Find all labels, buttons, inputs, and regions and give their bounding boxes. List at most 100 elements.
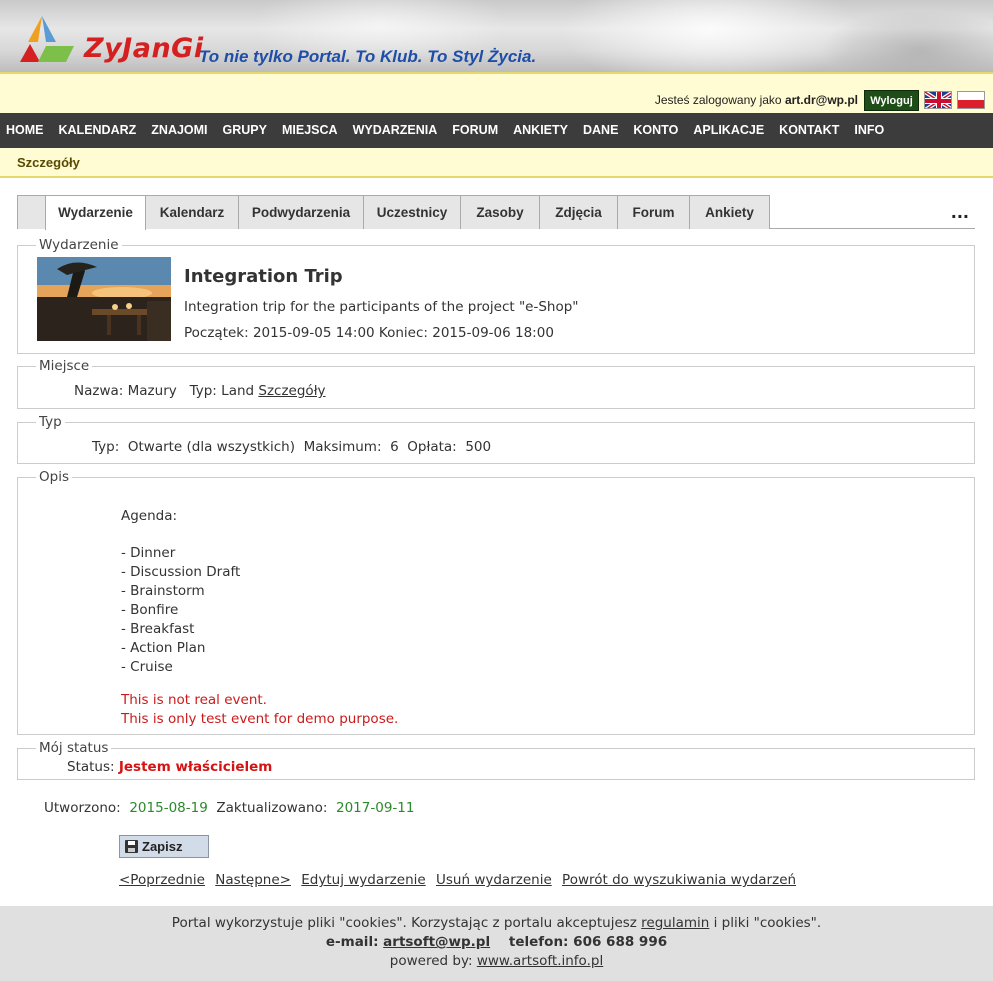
agenda-item: - Breakfast [121, 621, 195, 637]
flag-uk-icon[interactable] [924, 91, 952, 109]
agenda-item: - Dinner [121, 545, 176, 561]
agenda-item: - Action Plan [121, 640, 206, 656]
nav-item-znajomi[interactable]: ZNAJOMI [151, 113, 207, 148]
status-row: Status: Jestem właścicielem [67, 759, 272, 775]
nav-item-forum[interactable]: FORUM [452, 113, 498, 148]
header-banner: ZyJanGi To nie tylko Portal. To Klub. To… [0, 0, 993, 72]
type-legend: Typ [36, 414, 65, 430]
type-section: Typ Typ: Otwarte (dla wszystkich) Maksim… [17, 414, 975, 464]
login-bar: Jesteś zalogowany jako art.dr@wp.pl Wylo… [0, 72, 993, 113]
phone-value: 606 688 996 [573, 934, 668, 950]
cookies-tail: i pliki "cookies". [713, 915, 822, 931]
agenda-item: - Bonfire [121, 602, 179, 618]
nav-item-kalendarz[interactable]: KALENDARZ [59, 113, 137, 148]
tab-ankiety[interactable]: Ankiety [689, 195, 770, 229]
floppy-disk-icon [125, 840, 138, 853]
created-label: Utworzono: [44, 800, 121, 816]
save-button[interactable]: Zapisz [119, 835, 209, 858]
nav-item-dane[interactable]: DANE [583, 113, 618, 148]
agenda-item: - Discussion Draft [121, 564, 241, 580]
tab-uczestnicy[interactable]: Uczestnicy [363, 195, 461, 229]
status-section: Mój status Status: Jestem właścicielem [17, 740, 975, 780]
email-link[interactable]: artsoft@wp.pl [383, 934, 490, 950]
agenda: Agenda: - Dinner - Discussion Draft - Br… [121, 507, 398, 729]
created-value: 2015-08-19 [129, 800, 208, 816]
main-nav: HOME KALENDARZ ZNAJOMI GRUPY MIEJSCA WYD… [0, 113, 993, 148]
tab-podwydarzenia[interactable]: Podwydarzenia [238, 195, 364, 229]
login-prefix: Jesteś zalogowany jako [654, 93, 782, 107]
delete-event-link[interactable]: Usuń wydarzenie [436, 872, 552, 888]
previous-link[interactable]: <Poprzednie [119, 872, 205, 888]
tab-spacer [17, 195, 46, 229]
tab-forum[interactable]: Forum [617, 195, 690, 229]
terms-link[interactable]: regulamin [641, 915, 709, 931]
updated-label: Zaktualizowano: [216, 800, 328, 816]
nav-item-miejsca[interactable]: MIEJSCA [282, 113, 338, 148]
event-description: Integration trip for the participants of… [184, 299, 579, 315]
logo-icon[interactable] [16, 12, 76, 66]
event-dates: Początek: 2015-09-05 14:00 Koniec: 2015-… [184, 325, 554, 341]
tab-zasoby[interactable]: Zasoby [460, 195, 540, 229]
powered-link[interactable]: www.artsoft.info.pl [477, 953, 603, 969]
event-meta: Utworzono: 2015-08-19 Zaktualizowano: 20… [44, 800, 414, 816]
agenda-heading: Agenda: [121, 508, 178, 524]
fee-value: 500 [465, 439, 492, 455]
type-value: Otwarte (dla wszystkich) [127, 439, 295, 455]
nav-item-grupy[interactable]: GRUPY [223, 113, 267, 148]
demo-note: This is only test event for demo purpose… [121, 711, 399, 727]
place-details-link[interactable]: Szczegóły [258, 383, 325, 399]
page-title: Szczegóły [17, 155, 80, 170]
fee-label: Opłata: [407, 439, 457, 455]
nav-item-kontakt[interactable]: KONTAKT [779, 113, 839, 148]
nav-item-konto[interactable]: KONTO [633, 113, 678, 148]
place-name-value: Mazury [127, 383, 177, 399]
nav-item-ankiety[interactable]: ANKIETY [513, 113, 568, 148]
place-type-label: Typ: [189, 383, 217, 399]
nav-item-aplikacje[interactable]: APLIKACJE [693, 113, 764, 148]
login-status: Jesteś zalogowany jako art.dr@wp.pl [655, 93, 858, 107]
event-actions: <Poprzednie Następne> Edytuj wydarzenie … [119, 872, 802, 888]
tab-wydarzenie[interactable]: Wydarzenie [45, 195, 146, 230]
event-legend: Wydarzenie [36, 237, 122, 253]
agenda-item: - Brainstorm [121, 583, 205, 599]
logout-button[interactable]: Wyloguj [864, 90, 919, 111]
edit-event-link[interactable]: Edytuj wydarzenie [301, 872, 425, 888]
logo-text[interactable]: ZyJanGi [84, 33, 204, 64]
flag-pl-icon[interactable] [957, 91, 985, 109]
status-label: Status: [67, 759, 115, 775]
type-label: Typ: [92, 439, 120, 455]
status-legend: Mój status [36, 740, 112, 756]
nav-item-info[interactable]: INFO [854, 113, 884, 148]
place-type-value: Land [221, 383, 255, 399]
cookies-text: Portal wykorzystuje pliki "cookies". Kor… [171, 915, 637, 931]
nav-item-wydarzenia[interactable]: WYDARZENIA [353, 113, 438, 148]
phone-label: telefon: [508, 934, 569, 950]
save-label: Zapisz [142, 839, 183, 854]
place-legend: Miejsce [36, 358, 93, 374]
tab-zdjecia[interactable]: Zdjęcia [539, 195, 618, 229]
powered-line: powered by: www.artsoft.info.pl [0, 952, 993, 971]
event-section: Wydarzenie Integration Trip Integration … [17, 237, 975, 354]
back-to-search-link[interactable]: Powrót do wyszukiwania wydarzeń [562, 872, 796, 888]
description-section: Opis Agenda: - Dinner - Discussion Draft… [17, 469, 975, 735]
site-tagline: To nie tylko Portal. To Klub. To Styl Ży… [199, 47, 537, 66]
login-user: art.dr@wp.pl [784, 93, 858, 107]
contact-line: e-mail: artsoft@wp.pl telefon: 606 688 9… [0, 933, 993, 952]
nav-item-home[interactable]: HOME [6, 113, 44, 148]
place-section: Miejsce Nazwa: Mazury Typ: Land Szczegół… [17, 358, 975, 409]
event-photo[interactable] [37, 257, 171, 341]
end-value: 2015-09-06 18:00 [432, 325, 554, 341]
tab-kalendarz[interactable]: Kalendarz [145, 195, 239, 229]
cookies-notice: Portal wykorzystuje pliki "cookies". Kor… [0, 914, 993, 933]
max-value: 6 [390, 439, 399, 455]
description-legend: Opis [36, 469, 72, 485]
demo-note: This is not real event. [121, 692, 267, 708]
updated-value: 2017-09-11 [336, 800, 415, 816]
banner-cloud [560, 0, 860, 72]
end-label: Koniec: [378, 325, 428, 341]
powered-label: powered by: [389, 953, 473, 969]
more-tabs-button[interactable]: ... [951, 203, 969, 222]
status-badge: Jestem właścicielem [118, 759, 273, 775]
next-link[interactable]: Następne> [215, 872, 291, 888]
agenda-item: - Cruise [121, 659, 173, 675]
